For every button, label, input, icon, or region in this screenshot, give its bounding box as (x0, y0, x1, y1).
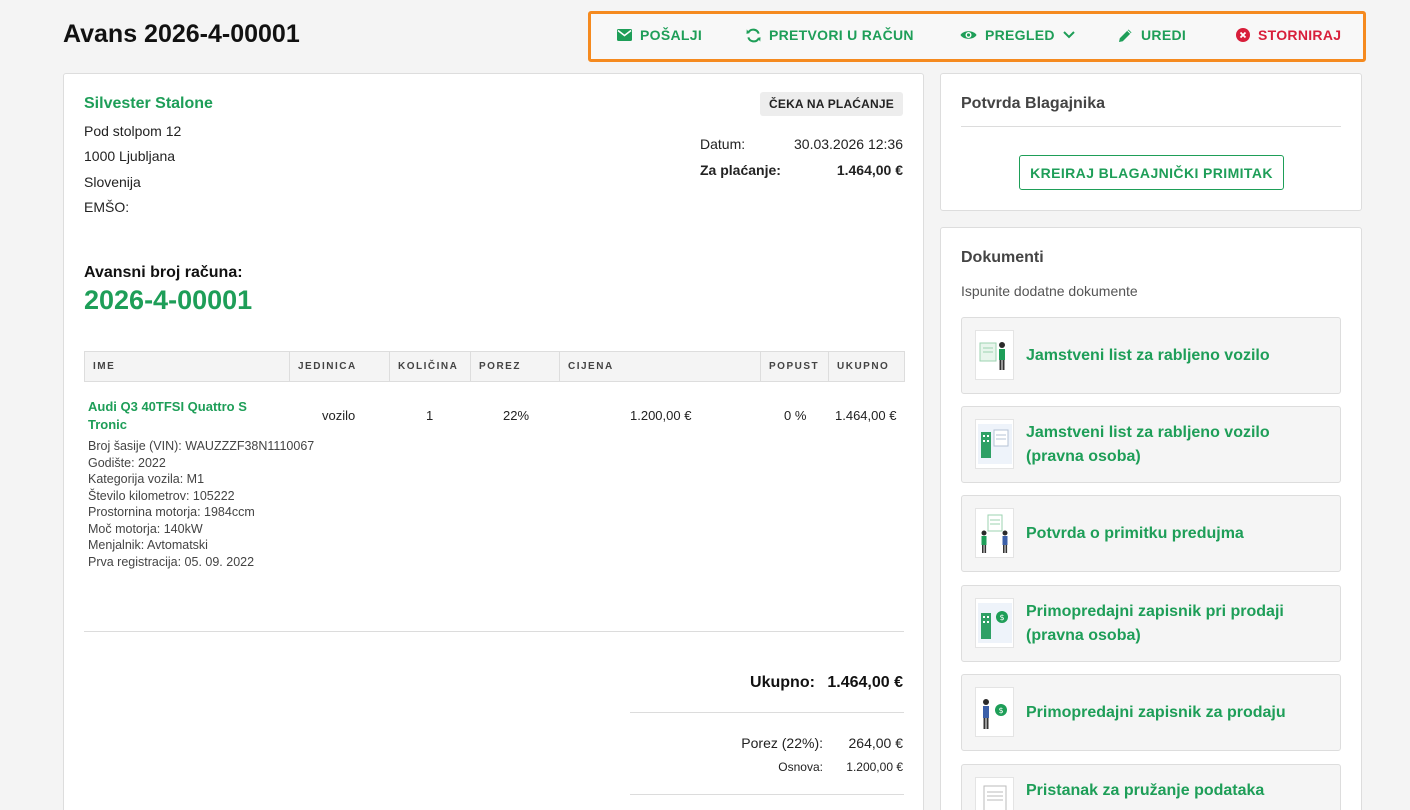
refresh-icon (746, 28, 761, 43)
times-circle-icon (1236, 28, 1250, 42)
date-value: 30.03.2026 12:36 (794, 136, 903, 152)
item-detail-line: Kategorija vozila: M1 (88, 472, 205, 486)
preview-dropdown-button[interactable]: PREGLED (960, 27, 1075, 43)
svg-text:$: $ (998, 706, 1003, 715)
date-label: Datum: (700, 136, 746, 152)
document-label: Jamstveni list za rabljeno vozilo (1026, 347, 1270, 364)
items-divider (84, 631, 904, 632)
item-detail-line: Broj šasije (VIN): WAUZZZF38N1110067 (88, 439, 315, 453)
edit-label: UREDI (1141, 27, 1187, 43)
cancel-invoice-button[interactable]: STORNIRAJ (1236, 27, 1341, 43)
grand-total-value: 1.464,00 € (827, 674, 903, 691)
cashier-divider (961, 126, 1341, 127)
client-country: Slovenija (84, 174, 141, 190)
tax-value: 264,00 € (848, 735, 904, 751)
document-thumbnail-icon (975, 508, 1014, 558)
item-detail-line: Prostornina motorja: 1984ccm (88, 505, 255, 519)
chevron-down-icon (1063, 31, 1075, 39)
convert-label: PRETVORI U RAČUN (769, 27, 914, 43)
cashier-title: Potvrda Blagajnika (961, 95, 1106, 112)
item-quantity: 1 (426, 408, 434, 423)
documents-title: Dokumenti (961, 249, 1044, 266)
items-table: IME JEDINICA KOLIČINA POREZ CIJENA POPUS… (84, 351, 905, 382)
document-thumbnail-icon (975, 777, 1014, 810)
item-unit: vozilo (322, 408, 356, 423)
col-header-tax: POREZ (470, 351, 560, 382)
col-header-discount: POPUST (760, 351, 829, 382)
totals-bottom-divider (630, 794, 904, 795)
cashier-card: Potvrda Blagajnika KREIRAJ BLAGAJNIČKI P… (940, 73, 1362, 211)
amount-due-value: 1.464,00 € (836, 162, 903, 178)
document-thumbnail-icon: $ (975, 687, 1014, 737)
document-label: Jamstveni list za rabljeno vozilo (pravn… (1026, 424, 1270, 465)
document-thumbnail-icon (975, 419, 1014, 469)
col-header-total: UKUPNO (828, 351, 905, 382)
preview-label: PREGLED (985, 27, 1055, 43)
item-total: 1.464,00 € (835, 408, 897, 423)
item-detail-line: Prva registracija: 05. 09. 2022 (88, 554, 255, 569)
document-item[interactable]: Potvrda o primitku predujma (961, 495, 1341, 572)
base-label: Osnova: (778, 760, 823, 774)
invoice-card: Silvester Stalone Pod stolpom 12 1000 Lj… (63, 73, 924, 810)
page-title: Avans 2026-4-00001 (63, 20, 300, 48)
col-header-unit: JEDINICA (289, 351, 390, 382)
item-detail-line: Menjalnik: Avtomatski (88, 538, 208, 552)
document-item[interactable]: Jamstveni list za rabljeno vozilo (961, 317, 1341, 394)
item-tax: 22% (503, 408, 530, 423)
totals-divider (630, 712, 904, 713)
svg-text:$: $ (999, 613, 1004, 622)
client-name[interactable]: Silvester Stalone (84, 95, 213, 113)
item-detail-line: Godište: 2022 (88, 455, 166, 470)
envelope-icon (617, 29, 632, 41)
advance-number: 2026-4-00001 (84, 285, 253, 315)
item-details: Broj šasije (VIN): WAUZZZF38N1110067 God… (88, 438, 314, 570)
client-city: 1000 Ljubljana (84, 148, 176, 164)
create-cash-receipt-button[interactable]: KREIRAJ BLAGAJNIČKI PRIMITAK (1019, 155, 1284, 190)
cancel-label: STORNIRAJ (1258, 27, 1342, 43)
item-detail-line: Moč motorja: 140kW (88, 521, 203, 536)
tax-label: Porez (22%): (741, 735, 823, 751)
document-item[interactable]: $ Primopredajni zapisnik za prodaju (961, 674, 1341, 751)
advance-number-label: Avansni broj računa: (84, 264, 243, 281)
col-header-name: IME (84, 351, 290, 382)
document-item[interactable]: Pristanak za pružanje podataka (961, 764, 1341, 810)
documents-subtitle: Ispunite dodatne dokumente (961, 283, 1138, 299)
document-label: Potvrda o primitku predujma (1026, 525, 1244, 542)
document-thumbnail-icon: $ (975, 598, 1014, 648)
document-item[interactable]: $ Primopredajni zapisnik pri prodaji (pr… (961, 585, 1341, 662)
document-label: Primopredajni zapisnik pri prodaji (prav… (1026, 603, 1284, 644)
eye-icon (960, 29, 977, 41)
client-emso: EMŠO: (84, 199, 130, 215)
amount-due-label: Za plaćanje: (700, 162, 781, 178)
documents-card: Dokumenti Ispunite dodatne dokumente Jam… (940, 227, 1362, 810)
document-label: Primopredajni zapisnik za prodaju (1026, 704, 1286, 721)
document-item[interactable]: Jamstveni list za rabljeno vozilo (pravn… (961, 406, 1341, 483)
document-thumbnail-icon (975, 330, 1014, 380)
col-header-quantity: KOLIČINA (389, 351, 471, 382)
grand-total: Ukupno: 1.464,00 € (750, 674, 903, 692)
item-detail-line: Število kilometrov: 105222 (88, 488, 235, 503)
convert-to-invoice-button[interactable]: PRETVORI U RAČUN (746, 27, 914, 43)
item-discount: 0 % (784, 408, 807, 423)
action-toolbar: POŠALJI PRETVORI U RAČUN PREGLED UREDI S… (588, 11, 1366, 62)
send-label: POŠALJI (640, 27, 703, 43)
send-button[interactable]: POŠALJI (617, 27, 702, 43)
grand-total-label: Ukupno: (750, 674, 815, 691)
item-price: 1.200,00 € (630, 408, 692, 423)
status-badge: ČEKA NA PLAĆANJE (760, 92, 903, 116)
item-name[interactable]: Audi Q3 40TFSI Quattro S Tronic (88, 398, 278, 434)
base-value: 1.200,00 € (846, 760, 903, 774)
col-header-price: CIJENA (559, 351, 761, 382)
document-label: Pristanak za pružanje podataka (1026, 782, 1265, 799)
pencil-icon (1118, 28, 1133, 43)
client-street: Pod stolpom 12 (84, 123, 182, 139)
edit-button[interactable]: UREDI (1118, 27, 1186, 43)
